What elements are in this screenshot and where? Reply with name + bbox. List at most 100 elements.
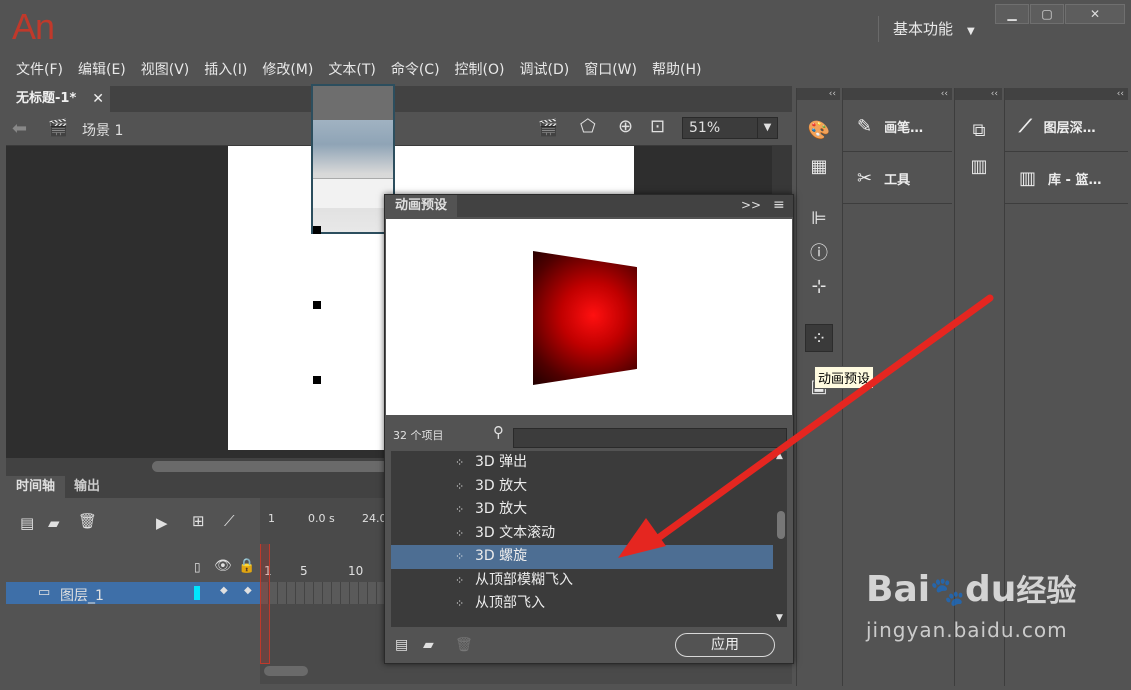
playhead[interactable]	[260, 544, 270, 664]
document-tab-bar: 无标题-1* ✕	[6, 86, 792, 112]
timeline-scrollbar-thumb[interactable]	[264, 666, 308, 676]
zoom-select[interactable]: 51% ▼	[682, 117, 778, 139]
library-button[interactable]: ▥ 库 - 篮…	[1005, 154, 1128, 204]
transform-handle-bl[interactable]	[313, 376, 321, 384]
collapse-panel-button[interactable]: ‹‹	[843, 88, 952, 100]
edit-symbols-icon[interactable]: ⬠	[580, 116, 596, 137]
list-item[interactable]: ⁘ 从顶部飞入	[391, 592, 773, 616]
document-tab[interactable]: 无标题-1* ✕	[6, 86, 110, 112]
menu-insert[interactable]: 插入(I)	[198, 58, 253, 84]
preset-item-icon: ⁘	[455, 526, 465, 540]
visibility-dot[interactable]: ◆	[220, 585, 228, 596]
center-stage-icon[interactable]: ⊕	[618, 116, 633, 137]
preset-item-label: 从顶部模糊飞入	[475, 571, 573, 588]
new-preset-icon[interactable]: ▤	[395, 637, 408, 653]
edit-scene-icon[interactable]: 🎬	[538, 118, 558, 137]
preset-list[interactable]: ⁘ 3D 弹出 ⁘ 3D 放大 ⁘ 3D 放大 ⁘ 3D 文本滚动 ⁘ 3D 螺旋 ⁘ 从顶…	[391, 451, 781, 627]
menu-file[interactable]: 文件(F)	[10, 58, 69, 84]
align-icon[interactable]: ⊫	[805, 204, 833, 232]
minimize-button[interactable]: ▁	[995, 4, 1029, 24]
preview-animation	[533, 251, 637, 385]
panel-header[interactable]: 动画预设 >> ≡	[385, 195, 793, 217]
transform-handle-tl[interactable]	[313, 226, 321, 234]
list-item[interactable]: ⁘ 3D 文本滚动	[391, 522, 773, 546]
watermark-brand-bai: Bai	[866, 569, 931, 610]
close-window-button[interactable]: ✕	[1065, 4, 1125, 24]
fps-label: 24.0	[362, 512, 387, 525]
watermark-brand-du: du	[964, 569, 1017, 610]
photo-blind-decor	[313, 86, 393, 120]
watermark-brand-cn: 经验	[1016, 574, 1077, 609]
lock-dot[interactable]: ◆	[244, 585, 252, 596]
collapse-panel-button[interactable]: ‹‹	[797, 88, 840, 100]
scrollbar-thumb[interactable]	[152, 461, 392, 472]
collapse-panel-button[interactable]: ‹‹	[1005, 88, 1128, 100]
outline-toggle-icon[interactable]: ▯	[194, 560, 201, 574]
apply-button[interactable]: 应用	[675, 633, 775, 657]
camera-icon[interactable]: ▶	[156, 514, 168, 532]
lock-icon[interactable]: 🔒	[238, 558, 255, 574]
menu-commands[interactable]: 命令(C)	[385, 58, 446, 84]
scrollbar-thumb[interactable]	[777, 511, 785, 539]
menu-text[interactable]: 文本(T)	[322, 58, 381, 84]
menu-edit[interactable]: 编辑(E)	[72, 58, 132, 84]
menu-debug[interactable]: 调试(D)	[514, 58, 576, 84]
preset-list-scrollbar[interactable]: ▲ ▼	[775, 451, 787, 627]
library-icon: ▥	[1019, 168, 1037, 189]
eye-icon[interactable]: 👁	[214, 558, 232, 574]
layer-color-swatch[interactable]	[194, 586, 200, 600]
workspace-switcher[interactable]: 基本功能 ▼	[878, 16, 975, 42]
menu-view[interactable]: 视图(V)	[135, 58, 196, 84]
search-icon: ⚲	[493, 423, 504, 441]
cube-icon[interactable]: ⧉	[965, 116, 993, 144]
list-item[interactable]: ⁘ 3D 放大	[391, 475, 773, 499]
motion-presets-icon[interactable]: ⁘	[805, 324, 833, 352]
tools-icon: ✂	[857, 168, 873, 189]
scroll-up-icon[interactable]: ▲	[776, 451, 783, 461]
new-folder-icon[interactable]: ▰	[423, 637, 434, 653]
list-item[interactable]: ⁘ 3D 弹出	[391, 451, 773, 475]
tab-timeline[interactable]: 时间轴	[6, 476, 66, 498]
panel-title[interactable]: 动画预设	[385, 195, 458, 217]
brush-library-button[interactable]: ✎ 画笔…	[843, 102, 952, 152]
new-layer-icon[interactable]: ▤	[20, 514, 34, 532]
library-icon[interactable]: ▥	[965, 152, 993, 180]
trash-icon[interactable]: 🗑	[78, 512, 97, 530]
menu-help[interactable]: 帮助(H)	[646, 58, 707, 84]
menu-modify[interactable]: 修改(M)	[256, 58, 319, 84]
graph-icon[interactable]: ⟋	[224, 512, 235, 530]
preset-preview	[386, 219, 792, 415]
close-tab-icon[interactable]: ✕	[92, 86, 104, 112]
menu-window[interactable]: 窗口(W)	[578, 58, 643, 84]
panel-menu-icon[interactable]: ≡	[773, 197, 785, 213]
color-palette-icon[interactable]: 🎨	[805, 116, 833, 144]
parenting-icon[interactable]: ⊞	[192, 512, 205, 530]
preset-item-icon: ⁘	[455, 597, 465, 610]
collapse-panel-button[interactable]: ‹‹	[955, 88, 1002, 100]
layer-depth-button[interactable]: ⟋ 图层深…	[1005, 102, 1128, 152]
selected-image-symbol[interactable]	[311, 84, 395, 234]
info-icon[interactable]: ⓘ	[805, 238, 833, 266]
list-item[interactable]: ⁘ 从顶部模糊飞入	[391, 569, 773, 593]
preset-search-input[interactable]	[513, 428, 787, 448]
tab-output[interactable]: 输出	[64, 476, 110, 498]
list-item[interactable]: ⁘ 3D 放大	[391, 498, 773, 522]
preset-count: 32 个项目	[393, 429, 444, 442]
transform-handle-ml[interactable]	[313, 301, 321, 309]
clip-content-icon[interactable]: ⊡	[650, 116, 665, 137]
swatches-icon[interactable]: ▦	[805, 152, 833, 180]
list-item-selected[interactable]: ⁘ 3D 螺旋	[391, 545, 773, 569]
maximize-button[interactable]: ▢	[1030, 4, 1064, 24]
tools-button[interactable]: ✂ 工具	[843, 154, 952, 204]
expand-icon[interactable]: >>	[741, 198, 761, 212]
preset-item-label: 3D 弹出	[475, 454, 528, 470]
menu-control[interactable]: 控制(O)	[449, 58, 511, 84]
scroll-down-icon[interactable]: ▼	[776, 613, 783, 623]
preset-item-icon: ⁘	[455, 456, 465, 469]
transform-icon[interactable]: ⊹	[805, 272, 833, 300]
layer-name[interactable]: 图层_1	[60, 585, 104, 605]
back-arrow-icon[interactable]: ⬅	[12, 118, 27, 139]
folder-icon[interactable]: ▰	[48, 514, 60, 532]
time-label: 0.0 s	[308, 512, 335, 525]
layer-row[interactable]: ▭ 图层_1 ◆ ◆	[6, 582, 260, 604]
